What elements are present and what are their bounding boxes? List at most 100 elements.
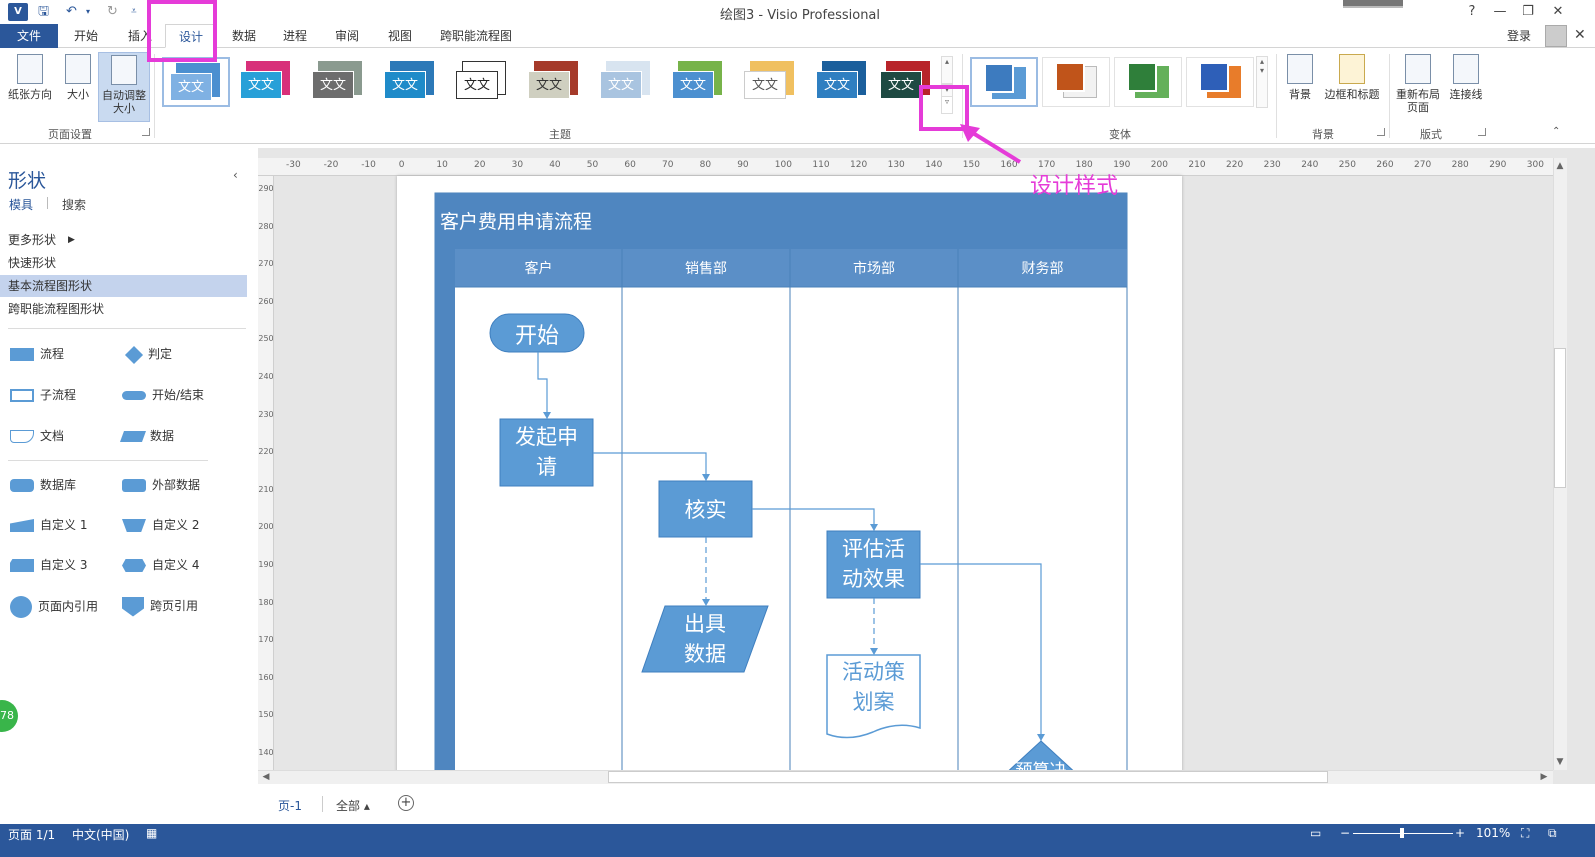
collapse-ribbon-icon[interactable]: ⌃: [1552, 126, 1560, 137]
variant-item-1[interactable]: [970, 57, 1038, 107]
variant-item-4[interactable]: [1186, 57, 1254, 107]
redo-icon[interactable]: ↻: [107, 3, 118, 21]
restore-button[interactable]: ❐: [1516, 2, 1540, 22]
close-button[interactable]: ✕: [1546, 2, 1570, 22]
variant-gallery-scroll-icon[interactable]: ▴ ▾: [1256, 56, 1268, 108]
theme-item-5[interactable]: 文文: [450, 57, 518, 107]
status-page[interactable]: 页面 1/1: [8, 826, 55, 843]
scroll-down-icon[interactable]: ▼: [1554, 756, 1566, 768]
visio-app-icon[interactable]: V: [8, 3, 28, 21]
ribbon-close-icon[interactable]: ✕: [1574, 27, 1586, 43]
basic-flowchart-stencil[interactable]: 基本流程图形状: [0, 275, 247, 297]
tab-cross-functional[interactable]: 跨职能流程图: [436, 24, 516, 48]
presentation-mode-icon[interactable]: ▭: [1310, 826, 1321, 840]
collapse-panel-icon[interactable]: ‹: [233, 168, 238, 182]
zoom-slider-thumb[interactable]: [1400, 828, 1404, 838]
help-button[interactable]: ?: [1460, 2, 1484, 22]
shape-custom-3[interactable]: 自定义 3: [10, 555, 87, 575]
background-launcher-icon[interactable]: [1377, 128, 1385, 136]
avatar[interactable]: [1545, 25, 1567, 47]
minimize-button[interactable]: —: [1488, 2, 1512, 22]
fit-page-icon[interactable]: ⛶: [1521, 826, 1529, 841]
horizontal-scroll-thumb[interactable]: [608, 771, 1328, 783]
layout-launcher-icon[interactable]: [1478, 128, 1486, 136]
tab-stencils[interactable]: 模具: [9, 196, 33, 213]
tab-data[interactable]: 数据: [224, 24, 264, 48]
theme-item-2[interactable]: 文文: [234, 57, 302, 107]
shape-custom-1[interactable]: 自定义 1: [10, 515, 87, 535]
ruler-tick-label: 220: [1226, 160, 1244, 170]
panel-divider: [8, 328, 246, 329]
add-page-icon[interactable]: +: [398, 795, 414, 811]
shape-terminator[interactable]: 开始/结束: [122, 385, 204, 405]
page-tab-1[interactable]: 页-1: [278, 797, 302, 814]
page-setup-group-label: 页面设置: [48, 128, 92, 141]
apply-label: 发起申 请: [500, 422, 593, 482]
theme-item-8[interactable]: 文文: [666, 57, 734, 107]
shape-off-page-reference[interactable]: 跨页引用: [122, 596, 198, 617]
shape-document[interactable]: 文档: [10, 426, 64, 446]
theme-item-4[interactable]: 文文: [378, 57, 446, 107]
customize-quick-access-icon[interactable]: ⩡: [131, 3, 137, 21]
shape-decision[interactable]: 判定: [122, 344, 172, 364]
notification-badge[interactable]: 78: [0, 700, 18, 732]
orientation-button[interactable]: 纸张方向: [4, 54, 56, 101]
page-setup-launcher-icon[interactable]: [142, 128, 150, 136]
ruler-tick-label: 260: [258, 296, 274, 306]
shape-on-page-reference[interactable]: 页面内引用: [10, 596, 98, 618]
ruler-tick-label: 30: [511, 160, 524, 170]
variant-item-3[interactable]: [1114, 57, 1182, 107]
quick-shapes-item[interactable]: 快速形状: [0, 252, 247, 274]
save-icon[interactable]: 🖫: [38, 3, 49, 21]
ruler-tick-label: 90: [737, 160, 749, 170]
theme-item-3[interactable]: 文文: [306, 57, 374, 107]
theme-item-10[interactable]: 文文: [810, 57, 878, 107]
macro-record-icon[interactable]: ▦: [146, 826, 157, 840]
background-button[interactable]: 背景: [1283, 54, 1317, 101]
scroll-right-icon[interactable]: ▶: [1538, 771, 1550, 783]
theme-item-7[interactable]: 文文: [594, 57, 662, 107]
zoom-level[interactable]: 101%: [1476, 826, 1510, 840]
size-button[interactable]: 大小: [60, 54, 96, 101]
switch-windows-icon[interactable]: ⧉: [1548, 826, 1557, 841]
undo-icon[interactable]: ↶: [66, 3, 77, 21]
tab-search[interactable]: 搜索: [62, 196, 86, 213]
scroll-left-icon[interactable]: ◀: [260, 771, 272, 783]
theme-gallery-scroll-up-icon[interactable]: ▴: [941, 56, 953, 84]
auto-size-button[interactable]: 自动调整 大小: [98, 52, 150, 122]
zoom-in-icon[interactable]: +: [1455, 826, 1465, 840]
theme-item-9[interactable]: 文文: [738, 57, 806, 107]
tab-home[interactable]: 开始: [66, 24, 106, 48]
drawing-page[interactable]: 客户费用申请流程 客户 销售部 市场部 财务部 开始 发起申 请 核实 出具 数…: [397, 176, 1182, 776]
connectors-button[interactable]: 连接线: [1446, 54, 1486, 101]
tab-process[interactable]: 进程: [275, 24, 315, 48]
shape-database[interactable]: 数据库: [10, 475, 76, 495]
tab-view[interactable]: 视图: [380, 24, 420, 48]
status-language[interactable]: 中文(中国): [72, 826, 129, 843]
undo-dropdown-icon[interactable]: ▾: [86, 3, 90, 21]
vertical-scroll-thumb[interactable]: [1554, 348, 1566, 488]
variant-item-2[interactable]: [1042, 57, 1110, 107]
login-link[interactable]: 登录: [1507, 27, 1531, 44]
all-pages-tab[interactable]: 全部 ▴: [336, 797, 370, 814]
shape-label: 外部数据: [152, 478, 201, 492]
more-shapes-item[interactable]: 更多形状 ▶: [0, 229, 247, 251]
theme-item-1[interactable]: 文文: [162, 57, 230, 107]
borders-titles-button[interactable]: 边框和标题: [1321, 54, 1383, 101]
relayout-button[interactable]: 重新布局 页面: [1393, 54, 1443, 114]
scroll-up-icon[interactable]: ▲: [1554, 160, 1566, 172]
shape-custom-4[interactable]: 自定义 4: [122, 555, 199, 575]
borders-titles-icon: [1339, 54, 1365, 84]
tab-review[interactable]: 审阅: [327, 24, 367, 48]
themes-group-label: 主题: [549, 128, 571, 141]
shape-subprocess[interactable]: 子流程: [10, 385, 76, 405]
tab-file[interactable]: 文件: [0, 24, 58, 48]
shape-external-data[interactable]: 外部数据: [122, 475, 200, 495]
shape-data[interactable]: 数据: [119, 426, 174, 446]
zoom-out-icon[interactable]: −: [1340, 826, 1350, 840]
cross-functional-stencil[interactable]: 跨职能流程图形状: [0, 298, 247, 320]
theme-item-6[interactable]: 文文: [522, 57, 590, 107]
shape-process[interactable]: 流程: [10, 344, 64, 364]
shape-custom-2[interactable]: 自定义 2: [122, 515, 199, 535]
page-orientation-icon: [17, 54, 43, 84]
